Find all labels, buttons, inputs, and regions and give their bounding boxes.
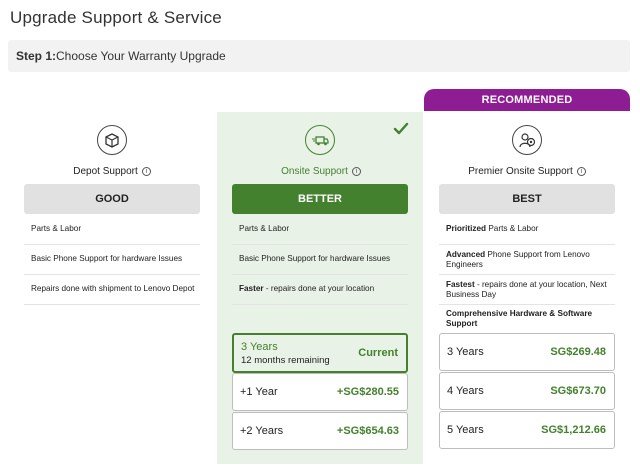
onsite-feature-3: Faster - repairs done at your location — [239, 284, 415, 294]
option-price: +SG$280.55 — [336, 386, 399, 398]
feature-bold: Advanced — [446, 250, 486, 259]
premier-feature-3: Fastest - repairs done at your location,… — [446, 280, 622, 300]
option-price: SG$269.48 — [550, 346, 606, 358]
option-sublabel: 12 months remaining — [241, 355, 330, 366]
better-badge[interactable]: BETTER — [232, 184, 408, 214]
option-price: SG$1,212.66 — [541, 424, 606, 436]
depot-feature-1: Parts & Labor — [31, 224, 207, 234]
option-label: 5 Years — [447, 424, 484, 436]
feature-text: Parts & Labor — [486, 224, 539, 233]
depot-support-name: Depot Support — [73, 166, 138, 177]
depot-feature-2: Basic Phone Support for hardware Issues — [31, 254, 207, 264]
best-badge[interactable]: BEST — [439, 184, 615, 214]
feature-text: Parts & Labor — [239, 224, 290, 233]
divider — [232, 304, 408, 305]
support-agent-icon — [512, 125, 542, 155]
option-status: Current — [358, 347, 398, 359]
feature-text: Basic Phone Support for hardware Issues — [239, 254, 391, 263]
divider — [24, 244, 200, 245]
feature-text: Parts & Labor — [31, 224, 82, 233]
option-label: 3 Years — [241, 341, 278, 353]
feature-bold: Comprehensive Hardware & Software Suppor… — [446, 309, 593, 328]
option-3-years[interactable]: 3 Years SG$269.48 — [439, 333, 615, 371]
premier-feature-2: Advanced Phone Support from Lenovo Engin… — [446, 250, 622, 270]
good-badge[interactable]: GOOD — [24, 184, 200, 214]
truck-icon — [305, 125, 335, 155]
option-price: +SG$654.63 — [336, 425, 399, 437]
onsite-feature-1: Parts & Labor — [239, 224, 415, 234]
feature-bold: Faster — [239, 284, 264, 293]
option-price: SG$673.70 — [550, 385, 606, 397]
option-plus-1-year[interactable]: +1 Year +SG$280.55 — [232, 373, 408, 411]
onsite-support-name: Onsite Support — [281, 166, 348, 177]
divider — [232, 274, 408, 275]
divider — [24, 274, 200, 275]
premier-feature-1: Prioritized Parts & Labor — [446, 224, 622, 234]
feature-text: - repairs done at your location — [263, 284, 375, 293]
page-title: Upgrade Support & Service — [10, 8, 222, 27]
feature-bold: Fastest — [446, 280, 475, 289]
info-icon[interactable]: i — [351, 167, 361, 176]
step-text: Choose Your Warranty Upgrade — [56, 49, 226, 63]
depot-support-title: Depot Support i — [16, 166, 208, 177]
option-label: +1 Year — [240, 386, 278, 398]
option-label: +2 Years — [240, 425, 284, 437]
divider — [439, 304, 615, 305]
onsite-feature-2: Basic Phone Support for hardware Issues — [239, 254, 415, 264]
option-3-years-current[interactable]: 3 Years 12 months remaining Current — [232, 333, 408, 373]
divider — [24, 304, 200, 305]
option-label: 3 Years — [447, 346, 484, 358]
divider — [232, 244, 408, 245]
feature-bold: Prioritized — [446, 224, 487, 233]
premier-support-name: Premier Onsite Support — [468, 166, 573, 177]
option-label: 4 Years — [447, 385, 484, 397]
step-label: Step 1: — [16, 49, 57, 63]
onsite-support-title: Onsite Support i — [225, 166, 417, 177]
info-icon[interactable]: i — [576, 167, 586, 176]
recommended-ribbon: RECOMMENDED — [424, 89, 630, 111]
option-5-years[interactable]: 5 Years SG$1,212.66 — [439, 411, 615, 449]
option-plus-2-years[interactable]: +2 Years +SG$654.63 — [232, 412, 408, 450]
check-icon — [393, 122, 409, 135]
step-header: Step 1:Choose Your Warranty Upgrade — [8, 40, 630, 72]
divider — [439, 244, 615, 245]
info-icon[interactable]: i — [141, 167, 151, 176]
premier-support-title: Premier Onsite Support i — [431, 166, 623, 177]
depot-feature-3: Repairs done with shipment to Lenovo Dep… — [31, 284, 207, 294]
premier-feature-4: Comprehensive Hardware & Software Suppor… — [446, 309, 622, 329]
package-icon — [97, 125, 127, 155]
divider — [439, 274, 615, 275]
feature-text: Basic Phone Support for hardware Issues — [31, 254, 183, 263]
option-4-years[interactable]: 4 Years SG$673.70 — [439, 372, 615, 410]
feature-text: Repairs done with shipment to Lenovo Dep… — [31, 284, 195, 293]
